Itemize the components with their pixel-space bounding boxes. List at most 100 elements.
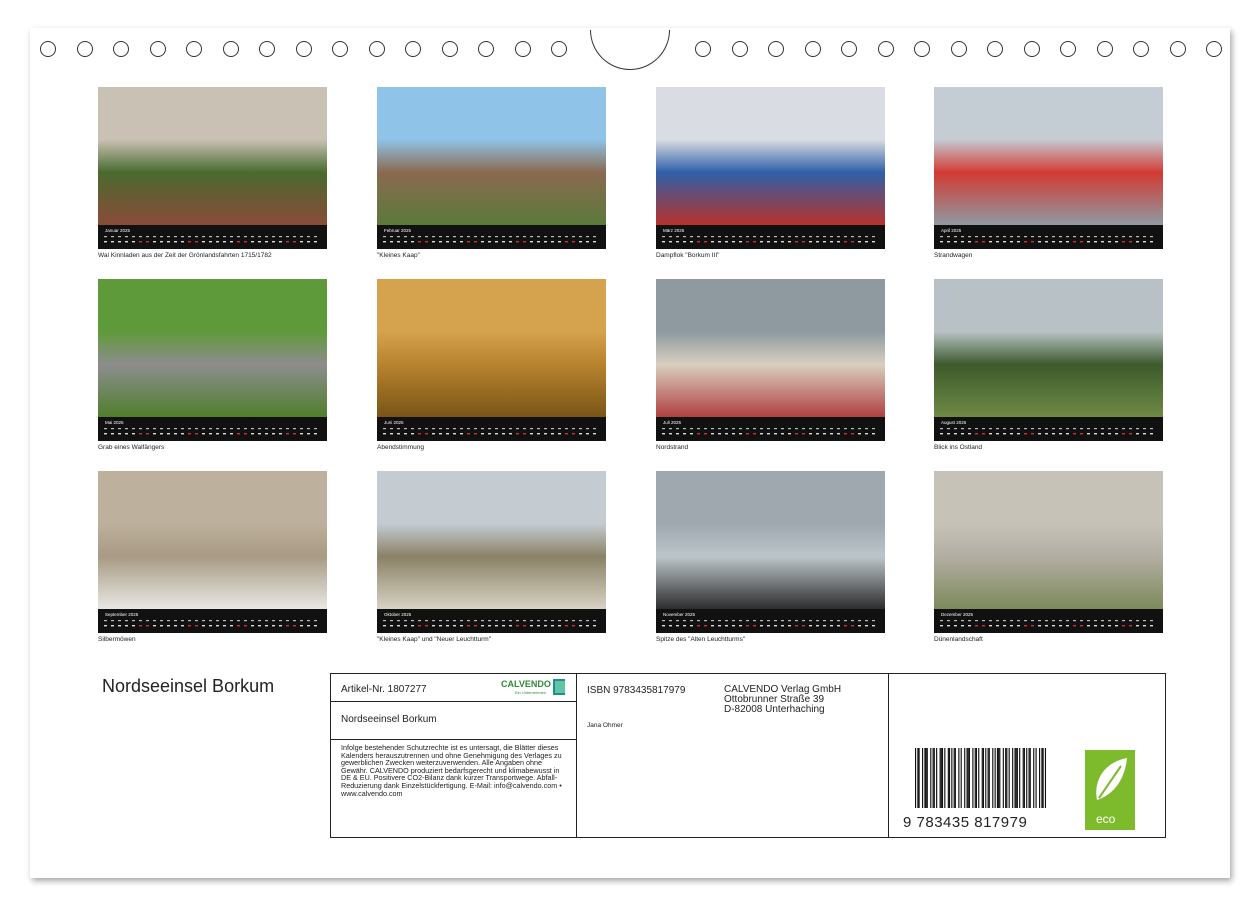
ring-hole <box>295 41 312 57</box>
month-photo <box>98 87 327 225</box>
ring-hole <box>405 41 421 57</box>
ring-hole <box>186 41 202 57</box>
month-caption: Strandwagen <box>934 252 973 259</box>
calendar-title: Nordseeinsel Borkum <box>102 676 275 696</box>
day-grid <box>383 236 596 243</box>
ring-hole <box>368 41 385 57</box>
ring-hole <box>551 41 567 57</box>
publisher-address: CALVENDO Verlag GmbH Ottobrunner Straße … <box>724 685 841 715</box>
month-name: Juni 2025 <box>384 420 404 425</box>
month-photo <box>98 471 327 609</box>
month-tile: November 2025 Spitze des "Alten Leuchttur… <box>656 471 885 643</box>
legal-text: Infolge bestehender Schutzrechte ist es … <box>331 740 577 837</box>
ring-hole <box>113 41 129 57</box>
month-name: Dezember 2025 <box>941 612 974 617</box>
ring-hole <box>259 41 275 57</box>
ring-hole <box>804 41 821 57</box>
ring-hole <box>149 41 166 57</box>
month-tile: Oktober 2025 "Kleines Kaap" und "Neuer Le… <box>377 471 606 643</box>
day-grid <box>940 236 1153 243</box>
calendar-back-cover: Januar 2025 Wal Kinnladen aus der Zeit de… <box>30 28 1230 878</box>
month-caption: Dünenlandschaft <box>934 636 983 643</box>
month-photo <box>656 87 885 225</box>
month-photo <box>98 279 327 417</box>
month-name: Mai 2025 <box>105 420 124 425</box>
month-name: Februar 2025 <box>384 228 412 233</box>
month-calendar-strip: Januar 2025 <box>98 225 327 249</box>
month-caption: Grab eines Walfängers <box>98 444 165 451</box>
month-caption: "Kleines Kaap" und "Neuer Leuchtturm" <box>377 636 492 643</box>
month-tile: Juni 2025 Abendstimmung <box>377 279 606 451</box>
day-grid <box>662 620 875 627</box>
barcode-cell: 9 783435 817979 eco <box>889 674 1165 837</box>
month-tile: Mai 2025 Grab eines Walfängers <box>98 279 327 451</box>
month-tile: Februar 2025 "Kleines Kaap" <box>377 87 606 259</box>
month-caption: Spitze des "Alten Leuchtturms" <box>656 636 746 643</box>
month-photo <box>377 87 606 225</box>
month-name: Oktober 2025 <box>384 612 412 617</box>
ring-hole <box>987 41 1003 57</box>
box-title: Nordseeinsel Borkum <box>341 714 437 725</box>
month-caption: Nordstrand <box>656 444 689 451</box>
calvendo-logo: CALVENDO <box>501 679 551 689</box>
day-grid <box>383 620 596 627</box>
month-calendar-strip: April 2025 <box>934 225 1163 249</box>
ring-hole <box>478 41 494 57</box>
barcode-number: 9 783435 817979 <box>903 814 1028 831</box>
publisher-line: D-82008 Unterhaching <box>724 704 825 715</box>
day-grid <box>662 236 875 243</box>
ring-hole <box>841 41 857 57</box>
month-calendar-strip: Juli 2025 <box>656 417 885 441</box>
day-grid <box>383 428 596 435</box>
ring-hole <box>1096 41 1113 57</box>
calvendo-tagline: Ein Unternehmen <box>515 690 547 695</box>
month-tile: August 2025 Blick ins Ostland <box>934 279 1163 451</box>
author: Jana Ohmer <box>587 722 623 729</box>
day-grid <box>104 620 317 627</box>
month-name: März 2025 <box>663 228 685 233</box>
month-calendar-strip: September 2025 <box>98 609 327 633</box>
month-caption: Blick ins Ostland <box>934 444 983 451</box>
month-calendar-strip: Dezember 2025 <box>934 609 1163 633</box>
barcode <box>915 748 1047 808</box>
leaf-icon <box>1096 758 1127 800</box>
month-name: Juli 2025 <box>663 420 682 425</box>
calvendo-icon <box>553 679 565 695</box>
month-photo <box>656 279 885 417</box>
ring-hole <box>731 41 748 57</box>
ring-hole <box>332 41 348 57</box>
eco-label: eco <box>1096 812 1116 826</box>
ring-hole <box>950 41 967 57</box>
month-calendar-strip: Februar 2025 <box>377 225 606 249</box>
month-calendar-strip: Mai 2025 <box>98 417 327 441</box>
month-photo <box>934 279 1163 417</box>
ring-hole <box>1133 41 1149 57</box>
month-calendar-strip: März 2025 <box>656 225 885 249</box>
day-grid <box>940 428 1153 435</box>
month-photo <box>934 471 1163 609</box>
day-grid <box>940 620 1153 627</box>
isbn: ISBN 9783435817979 <box>587 685 686 696</box>
month-tile: Juli 2025 Nordstrand <box>656 279 885 451</box>
month-caption: Abendstimmung <box>377 444 424 451</box>
day-grid <box>104 428 317 435</box>
month-caption: Dampflok "Borkum III" <box>656 252 720 259</box>
ring-hole <box>76 41 93 57</box>
month-name: Januar 2025 <box>105 228 131 233</box>
day-grid <box>662 428 875 435</box>
ring-hole <box>1023 41 1040 57</box>
month-name: November 2025 <box>663 612 696 617</box>
ring-hole <box>877 41 894 57</box>
month-name: April 2025 <box>941 228 962 233</box>
month-photo <box>377 279 606 417</box>
month-photo <box>377 471 606 609</box>
ring-hole <box>1206 41 1222 57</box>
ring-hole <box>441 41 458 57</box>
box-title-cell: Nordseeinsel Borkum <box>331 702 577 740</box>
artikel-number: Artikel-Nr. 1807277 <box>341 684 427 695</box>
month-calendar-strip: August 2025 <box>934 417 1163 441</box>
ring-hole <box>514 41 531 57</box>
ring-hole <box>914 41 930 57</box>
info-box: Artikel-Nr. 1807277 CALVENDO Ein Unterne… <box>330 673 1166 838</box>
month-tile: Januar 2025 Wal Kinnladen aus der Zeit de… <box>98 87 327 259</box>
